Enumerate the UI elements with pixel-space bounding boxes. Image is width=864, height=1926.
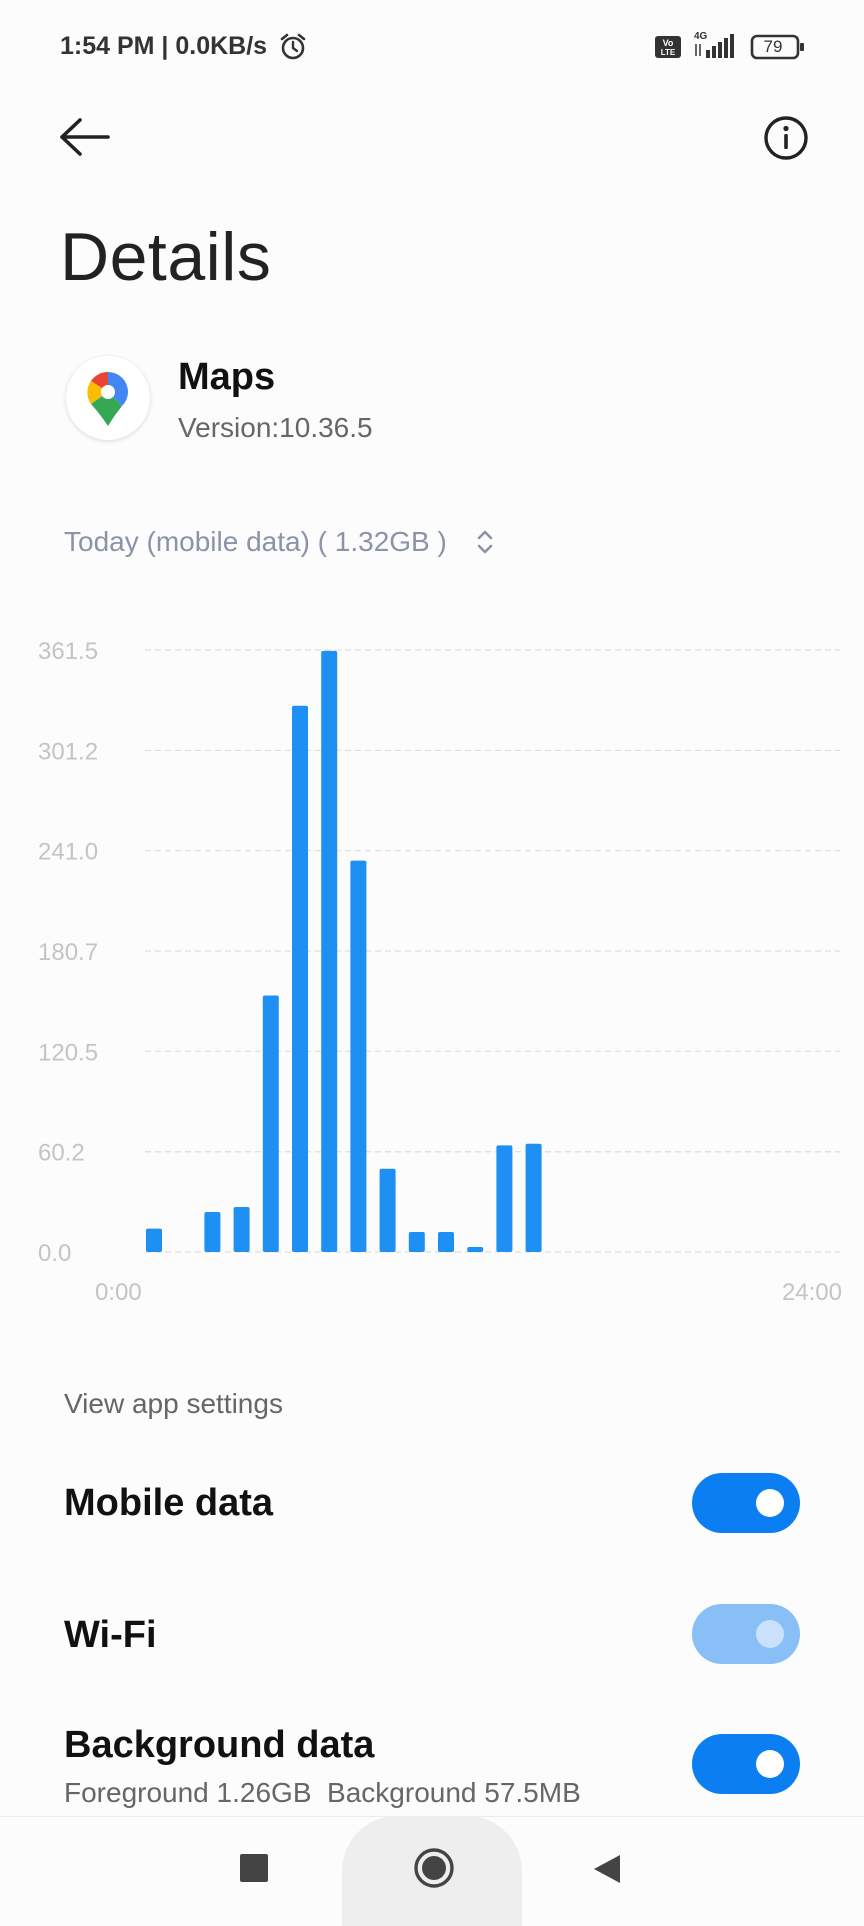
alarm-icon [280,33,306,60]
svg-text:Vo: Vo [663,38,674,48]
svg-text:4G: 4G [694,31,708,42]
bar-hour-2 [204,1212,221,1252]
background-data-label: Background data [64,1724,375,1766]
bar-hour-12 [496,1145,513,1252]
bar-hour-8 [379,1168,396,1252]
info-button[interactable] [760,112,812,164]
bar-hour-6 [321,650,338,1252]
app-name: Maps [178,356,276,398]
up-down-chevron-icon [477,530,493,554]
battery-icon: 79 [750,34,806,60]
recent-apps-square-icon[interactable] [240,1854,268,1882]
usage-bar-chart: 0.0 60.2 120.5 180.7 241.0 301.2 361.5 0:00 24:… [38,638,842,1306]
x-tick-label: 0:00 [95,1279,142,1306]
toggle-knob [756,1620,784,1648]
toggle-knob [756,1489,784,1517]
wifi-toggle[interactable] [692,1604,800,1664]
volte-icon: Vo LTE [655,36,681,58]
period-label: Today (mobile data) ( 1.32GB ) [64,526,447,557]
mobile-data-label: Mobile data [64,1482,274,1524]
wifi-label: Wi-Fi [64,1614,157,1656]
y-tick-label: 60.2 [38,1140,85,1167]
bar-hour-0 [146,1228,162,1252]
y-tick-label: 241.0 [38,839,98,866]
maps-app-icon [66,356,150,440]
page-title: Details [60,219,272,295]
y-tick-label: 301.2 [38,738,98,765]
background-data-usage: Foreground 1.26GB Background 57.5MB [64,1777,581,1808]
status-time: 1:54 PM | 0.0KB/s [60,32,268,60]
bar-hour-11 [467,1247,484,1252]
bar-hour-4 [262,995,279,1252]
app-version: Version:10.36.5 [178,412,373,443]
mobile-data-toggle[interactable] [692,1473,800,1533]
toggle-knob [756,1750,784,1778]
home-circle-icon[interactable] [412,1846,456,1890]
y-tick-label: 361.5 [38,638,98,665]
x-tick-label: 24:00 [782,1279,842,1306]
bar-hour-3 [233,1207,250,1252]
back-button[interactable] [56,110,116,164]
bar-hour-13 [525,1143,542,1252]
bar-hour-9 [408,1232,425,1252]
view-app-settings-link[interactable]: View app settings [64,1388,283,1420]
signal-4g-icon: 4G [694,31,734,58]
bar-hour-7 [350,860,367,1252]
background-data-toggle[interactable] [692,1734,800,1794]
bar-hour-5 [292,705,308,1252]
svg-text:LTE: LTE [661,48,676,57]
period-selector[interactable]: Today (mobile data) ( 1.32GB ) [64,522,497,562]
y-tick-label: 0.0 [38,1240,71,1267]
battery-level: 79 [763,37,783,56]
bar-hour-10 [438,1232,454,1252]
back-triangle-icon[interactable] [590,1852,624,1886]
y-tick-label: 180.7 [38,939,98,966]
y-tick-label: 120.5 [38,1039,98,1066]
